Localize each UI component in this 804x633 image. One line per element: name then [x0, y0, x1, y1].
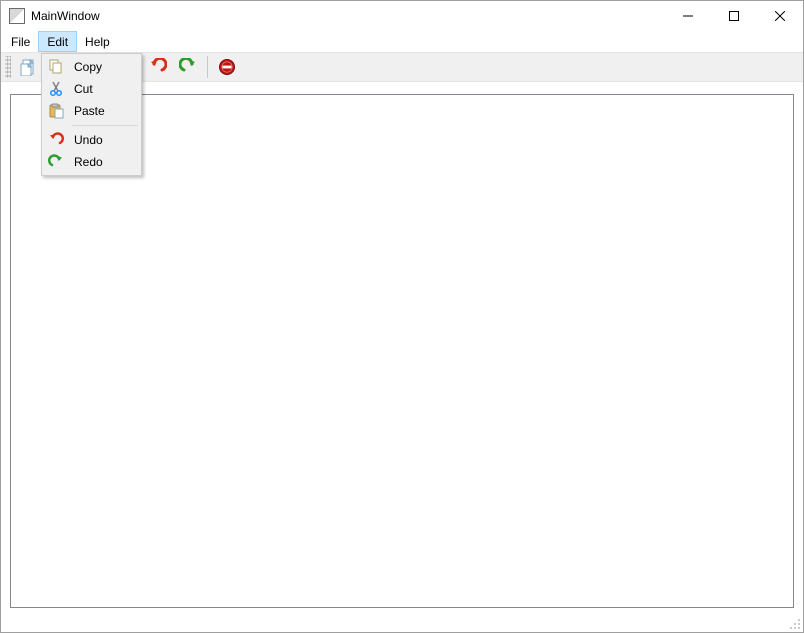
menu-item-redo[interactable]: Redo — [44, 151, 139, 173]
window-title: MainWindow — [31, 9, 100, 23]
toolbar-stop-button[interactable] — [213, 55, 241, 79]
edit-dropdown: Copy Cut Paste Undo Redo — [41, 53, 142, 176]
menu-item-undo[interactable]: Undo — [44, 129, 139, 151]
menu-item-paste-label: Paste — [74, 104, 105, 118]
menu-item-copy-label: Copy — [74, 60, 102, 74]
toolbar-separator — [207, 56, 208, 78]
close-button[interactable] — [757, 1, 803, 31]
main-window: MainWindow File Edit Help — [0, 0, 804, 633]
minimize-button[interactable] — [665, 1, 711, 31]
app-icon — [9, 8, 25, 24]
undo-icon — [48, 132, 64, 148]
toolbar-new-button[interactable] — [15, 55, 43, 79]
cut-icon — [48, 81, 64, 97]
copy-icon — [48, 59, 64, 75]
menu-item-copy[interactable]: Copy — [44, 56, 139, 78]
toolbar-undo-button[interactable] — [144, 55, 172, 79]
new-document-icon — [20, 58, 38, 76]
menu-edit[interactable]: Edit — [38, 31, 77, 52]
menu-item-cut-label: Cut — [74, 82, 93, 96]
paste-icon — [48, 103, 64, 119]
maximize-icon — [729, 11, 739, 21]
menu-file[interactable]: File — [3, 31, 38, 52]
redo-icon — [48, 154, 64, 170]
menu-item-undo-label: Undo — [74, 133, 103, 147]
toolbar-redo-button[interactable] — [174, 55, 202, 79]
menu-item-redo-label: Redo — [74, 155, 103, 169]
toolbar-grip[interactable] — [5, 56, 11, 78]
menu-help[interactable]: Help — [77, 31, 118, 52]
menu-bar: File Edit Help — [1, 31, 803, 52]
menu-edit-label: Edit — [47, 35, 68, 49]
stop-icon — [218, 58, 236, 76]
close-icon — [775, 11, 785, 21]
menu-file-label: File — [11, 35, 30, 49]
menu-item-cut[interactable]: Cut — [44, 78, 139, 100]
menu-item-paste[interactable]: Paste — [44, 100, 139, 122]
resize-grip-icon[interactable] — [787, 616, 801, 630]
undo-icon — [149, 58, 167, 76]
menu-separator — [72, 125, 138, 126]
maximize-button[interactable] — [711, 1, 757, 31]
minimize-icon — [683, 11, 693, 21]
title-bar: MainWindow — [1, 1, 803, 31]
menu-help-label: Help — [85, 35, 110, 49]
redo-icon — [179, 58, 197, 76]
